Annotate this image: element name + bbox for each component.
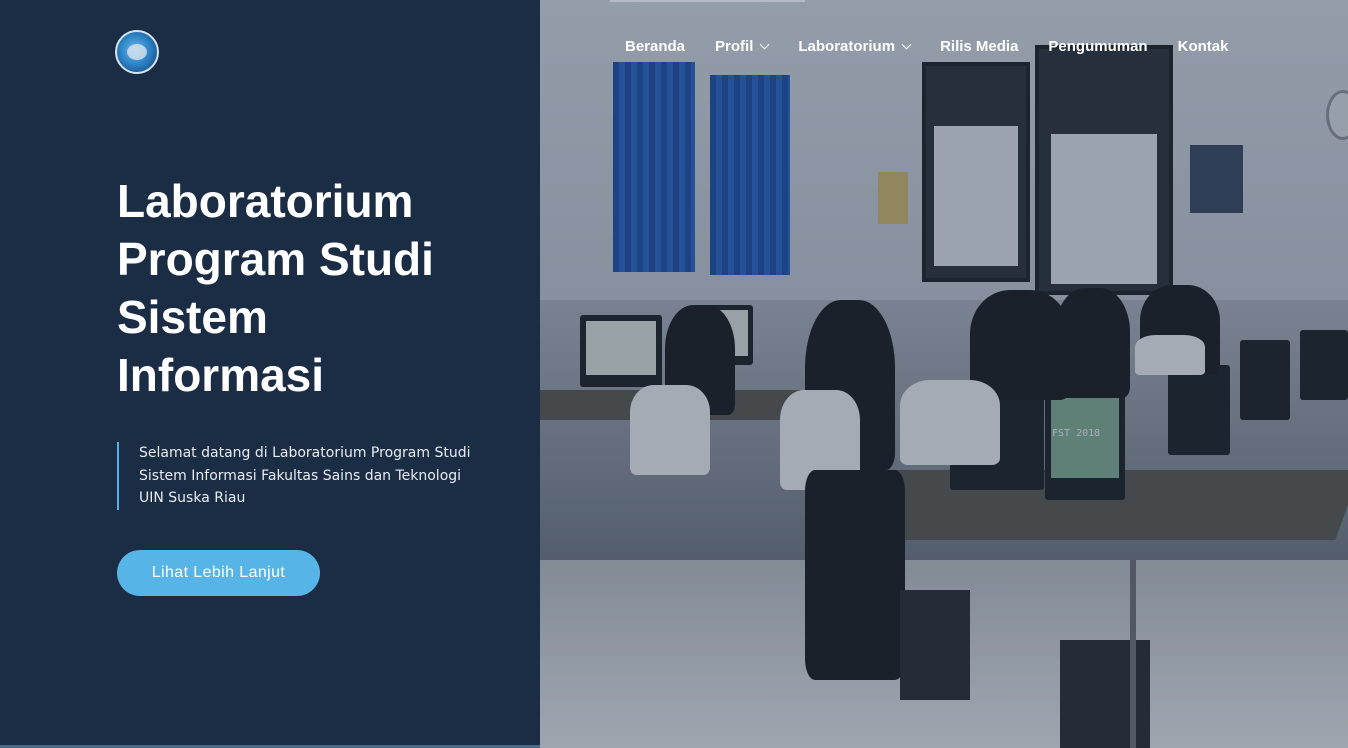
intro-line: UIN Suska Riau bbox=[139, 490, 246, 506]
intro-line: Sistem Informasi Fakultas Sains dan Tekn… bbox=[139, 467, 462, 484]
hero-intro-text: Selamat datang di Laboratorium Program S… bbox=[117, 442, 497, 510]
nav-item-laboratorium[interactable]: Laboratorium bbox=[798, 38, 912, 55]
intro-line: Selamat datang di Laboratorium Program S… bbox=[139, 445, 471, 461]
nav-item-label: Profil bbox=[715, 38, 754, 55]
nav-item-pengumuman[interactable]: Pengumuman bbox=[1048, 38, 1147, 55]
learn-more-button[interactable]: Lihat Lebih Lanjut bbox=[117, 550, 320, 596]
hero-title: Laboratorium Program Studi Sistem Inform… bbox=[117, 172, 517, 404]
nav-item-label: Laboratorium bbox=[798, 38, 896, 55]
chevron-down-icon bbox=[759, 39, 770, 50]
nav-item-profil[interactable]: Profil bbox=[715, 38, 770, 55]
main-nav: Beranda Profil Laboratorium Rilis Media … bbox=[625, 38, 1228, 55]
nav-item-kontak[interactable]: Kontak bbox=[1178, 38, 1229, 55]
nav-item-label: Pengumuman bbox=[1048, 38, 1148, 55]
hero-title-line: Sistem bbox=[117, 291, 268, 343]
chevron-down-icon bbox=[901, 39, 912, 50]
nav-item-label: Beranda bbox=[625, 38, 686, 55]
photo-overlay bbox=[540, 0, 1348, 748]
hero-title-line: Informasi bbox=[117, 349, 325, 401]
nav-item-rilis-media[interactable]: Rilis Media bbox=[940, 38, 1018, 55]
hero-title-line: Laboratorium bbox=[117, 175, 414, 227]
globe-logo-icon bbox=[127, 44, 147, 60]
nav-item-beranda[interactable]: Beranda bbox=[625, 38, 685, 55]
hero-background-photo: FST 2018 bbox=[540, 0, 1348, 748]
site-logo[interactable] bbox=[115, 30, 159, 74]
nav-item-label: Rilis Media bbox=[940, 38, 1019, 55]
hero-title-line: Program Studi bbox=[117, 233, 434, 285]
nav-item-label: Kontak bbox=[1177, 38, 1229, 55]
